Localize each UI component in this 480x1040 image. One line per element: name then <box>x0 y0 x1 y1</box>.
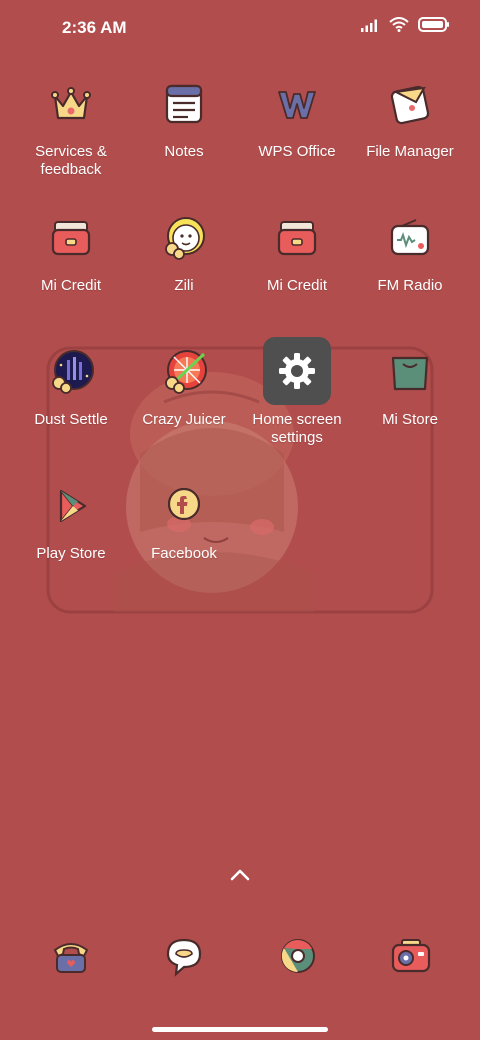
app-mi-credit-2[interactable]: Mi Credit <box>238 214 356 295</box>
battery-icon <box>418 17 450 37</box>
wallet-icon <box>51 221 91 256</box>
app-label: WPS Office <box>258 143 336 160</box>
app-mi-store[interactable]: Mi Store <box>351 348 469 429</box>
home-screen-settings-tile[interactable] <box>263 337 331 405</box>
app-label: Crazy Juicer <box>142 411 226 428</box>
app-label: Mi Store <box>382 411 438 428</box>
app-label: Mi Credit <box>266 277 327 294</box>
facebook-icon <box>167 487 201 521</box>
app-wps-office[interactable]: WPS Office <box>238 80 356 161</box>
app-facebook[interactable]: Facebook <box>125 482 243 563</box>
message-icon <box>166 938 202 977</box>
camera-icon <box>391 939 431 973</box>
app-label: Mi Credit <box>40 277 101 294</box>
app-label: Services & feedback <box>35 143 107 178</box>
play-store-icon <box>59 489 87 523</box>
dock-messages[interactable] <box>162 934 206 978</box>
dock-camera[interactable] <box>389 934 433 978</box>
app-mi-credit-1[interactable]: Mi Credit <box>12 214 130 295</box>
app-dust-settle[interactable]: Dust Settle <box>12 348 130 429</box>
wifi-icon <box>389 17 409 37</box>
app-zili[interactable]: Zili <box>125 214 243 295</box>
zili-icon <box>165 217 205 260</box>
radio-icon <box>390 219 430 256</box>
crazy-juicer-icon <box>165 350 207 394</box>
folder-icon <box>390 85 430 125</box>
app-label: Home screen settings <box>252 411 342 446</box>
crown-icon <box>51 87 91 120</box>
app-crazy-juicer[interactable]: Crazy Juicer <box>125 348 243 429</box>
app-label: File Manager <box>366 143 454 160</box>
dust-settle-icon <box>52 350 94 394</box>
gear-icon <box>279 353 315 389</box>
app-label: Zili <box>174 277 194 294</box>
app-file-manager[interactable]: File Manager <box>351 80 469 161</box>
signal-icon <box>360 18 380 37</box>
browser-icon <box>281 939 315 973</box>
notes-icon <box>165 84 203 124</box>
app-label: Notes <box>164 143 204 160</box>
app-services-feedback[interactable]: Services & feedback <box>12 80 130 179</box>
wallet-icon <box>277 221 317 256</box>
home-indicator[interactable] <box>152 1027 328 1032</box>
app-play-store[interactable]: Play Store <box>12 482 130 563</box>
app-label: FM Radio <box>377 277 443 294</box>
phone-icon <box>53 943 89 973</box>
status-icons <box>360 17 450 37</box>
dock-browser[interactable] <box>276 934 320 978</box>
app-fm-radio[interactable]: FM Radio <box>351 214 469 295</box>
app-label: Dust Settle <box>34 411 108 428</box>
shopping-bag-icon <box>391 356 429 391</box>
app-label: Play Store <box>36 545 106 562</box>
app-label: Facebook <box>151 545 217 562</box>
app-notes[interactable]: Notes <box>125 80 243 161</box>
wps-icon <box>278 91 316 119</box>
status-bar: 2:36 AM <box>0 0 480 56</box>
chevron-up-icon[interactable] <box>229 866 251 884</box>
dock-phone[interactable] <box>49 934 93 978</box>
status-time: 2:36 AM <box>62 18 127 37</box>
